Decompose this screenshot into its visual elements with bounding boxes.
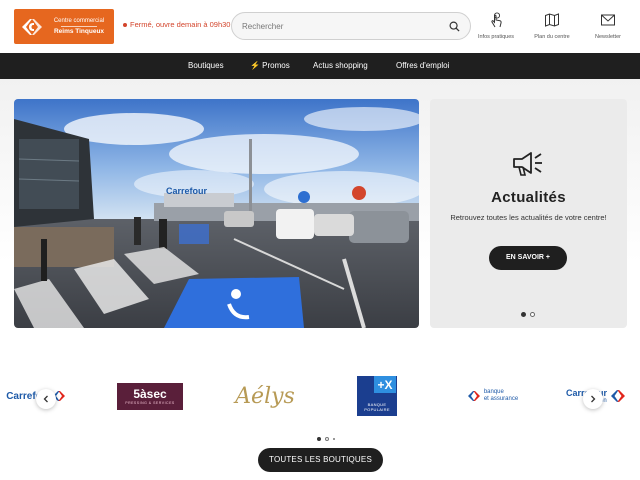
brand-5asec-tagline: PRESSING & SERVICES	[125, 400, 175, 405]
header: Centre commercial Reims Tinqueux Fermé, …	[0, 0, 640, 53]
hand-pointer-icon	[488, 12, 504, 28]
brand-carrefour-location[interactable]: Carrefour Location	[566, 369, 640, 423]
news-slide-dot[interactable]	[521, 312, 526, 317]
nav-actus-shopping[interactable]: Actus shopping	[313, 53, 368, 79]
carousel-prev-button[interactable]	[36, 389, 56, 409]
logo-name: Reims Tinqueux	[53, 28, 105, 35]
carrefour-logo-icon	[14, 9, 50, 44]
brand-5asec[interactable]: 5àsec PRESSING & SERVICES	[117, 369, 183, 423]
mall-logo[interactable]: Centre commercial Reims Tinqueux	[14, 9, 114, 44]
nav-infos-pratiques[interactable]: Infos pratiques	[471, 12, 521, 40]
hero-photo[interactable]: Carrefour	[14, 99, 419, 328]
carousel-next-button[interactable]	[583, 389, 603, 409]
all-shops-button[interactable]: TOUTES LES BOUTIQUES	[258, 448, 383, 472]
brand-banque-populaire[interactable]: +X BANQUE POPULAIRE	[356, 369, 398, 423]
nav-promos[interactable]: ⚡ Promos	[250, 53, 290, 79]
envelope-icon	[600, 12, 616, 28]
nav-plan-label: Plan du centre	[534, 34, 570, 40]
news-learn-more-button[interactable]: EN SAVOIR +	[489, 246, 567, 270]
brand-carrefour-banque-line2: et assurance	[483, 396, 519, 402]
search-icon[interactable]	[448, 20, 460, 32]
nav-newsletter[interactable]: Newsletter	[583, 12, 633, 40]
megaphone-icon	[511, 149, 545, 179]
nav-newsletter-label: Newsletter	[595, 34, 621, 40]
brand-carrefour-banque-line1: banque	[483, 389, 504, 395]
news-slide-dot[interactable]	[530, 312, 535, 317]
nav-infos-label: Infos pratiques	[477, 34, 515, 40]
brands-pagination	[317, 437, 335, 441]
chevron-left-icon	[43, 395, 48, 403]
news-description: Retrouvez toutes les actualités de votre…	[450, 213, 607, 222]
chevron-right-icon	[591, 395, 596, 403]
status-dot-icon	[123, 22, 127, 27]
carrefour-logo-icon	[467, 391, 480, 401]
brand-banque-populaire-label: BANQUE POPULAIRE	[364, 402, 390, 412]
banque-populaire-logo-icon: +X	[374, 376, 396, 393]
brand-aelys-label: Aélys	[235, 383, 295, 409]
news-pagination	[521, 312, 535, 317]
opening-status: Fermé, ouvre demain à 09h30	[123, 20, 230, 29]
nav-boutiques[interactable]: Boutiques	[188, 53, 224, 79]
page: Centre commercial Reims Tinqueux Fermé, …	[0, 0, 640, 480]
logo-subtitle: Centre commercial	[53, 18, 105, 24]
brands-page-dot[interactable]	[325, 437, 329, 441]
parking-lot-illustration: Carrefour	[14, 99, 419, 328]
nav-plan-du-centre[interactable]: Plan du centre	[527, 12, 577, 40]
brand-5asec-label: 5àsec	[133, 386, 167, 401]
nav-offres-emploi[interactable]: Offres d'emploi	[396, 53, 449, 79]
brands-page-dot[interactable]	[333, 438, 335, 440]
brands-carousel: Carrefour 5àsec PRESSING & SERVICES Aély…	[0, 369, 640, 423]
brand-carrefour-banque[interactable]: banque et assurance	[462, 369, 522, 423]
map-icon	[544, 12, 560, 28]
carrefour-logo-icon	[611, 390, 626, 402]
news-title: Actualités	[491, 189, 566, 206]
brand-aelys[interactable]: Aélys	[225, 369, 305, 423]
store-sign: Carrefour	[166, 186, 208, 196]
main-nav: Boutiques ⚡ Promos Actus shopping Offres…	[0, 53, 640, 79]
search-input[interactable]	[242, 21, 448, 31]
search-bar	[231, 12, 471, 40]
logo-divider	[61, 26, 97, 27]
opening-status-text: Fermé, ouvre demain à 09h30	[130, 20, 231, 29]
news-card: Actualités Retrouvez toutes les actualit…	[430, 99, 627, 328]
brands-page-dot[interactable]	[317, 437, 321, 441]
